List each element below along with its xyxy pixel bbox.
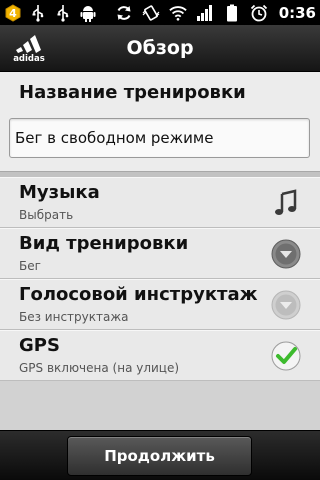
row-title: Вид тренировки	[19, 233, 189, 254]
workout-name-input[interactable]	[9, 118, 310, 158]
workout-name-label: Название тренировки	[19, 82, 246, 103]
settings-row-gps[interactable]: GPS GPS включена (на улице)	[0, 330, 320, 381]
usb-icon	[29, 4, 47, 22]
title-bar: adidas Обзор	[0, 25, 320, 72]
usb-icon	[54, 4, 72, 22]
page-title: Обзор	[126, 37, 194, 59]
alarm-icon	[250, 4, 268, 22]
row-subtitle: Бег	[19, 259, 41, 273]
settings-list: Музыка Выбрать Вид тренировки Бег Голосо…	[0, 177, 320, 381]
footer-bar: Продолжить	[0, 430, 320, 480]
settings-row-workout-type[interactable]: Вид тренировки Бег	[0, 228, 320, 279]
settings-row-music[interactable]: Музыка Выбрать	[0, 177, 320, 228]
row-subtitle: Без инструктажа	[19, 310, 129, 324]
sync-icon	[115, 4, 133, 22]
workout-name-section: Название тренировки	[0, 72, 320, 171]
signal-icon	[196, 4, 214, 22]
android-icon	[79, 4, 97, 22]
notification-count: 4	[9, 7, 17, 20]
settings-row-voice-coach[interactable]: Голосовой инструктаж Без инструктажа	[0, 279, 320, 330]
adidas-logo: adidas	[10, 33, 48, 64]
dropdown-disabled-icon[interactable]	[270, 289, 302, 321]
continue-button[interactable]: Продолжить	[67, 436, 252, 476]
logo-text: adidas	[13, 54, 45, 63]
clock-time: 0:36	[278, 3, 316, 22]
row-subtitle: Выбрать	[19, 208, 74, 222]
dropdown-icon[interactable]	[270, 238, 302, 270]
music-note-icon	[270, 187, 302, 219]
wifi-icon	[168, 4, 187, 22]
status-bar: 4 0:36	[0, 0, 320, 25]
row-title: GPS	[19, 335, 60, 356]
notification-badge-icon: 4	[4, 3, 22, 22]
row-title: Музыка	[19, 182, 100, 203]
vibrate-icon	[142, 4, 160, 22]
checkbox-checked-icon[interactable]	[270, 340, 302, 372]
battery-icon	[223, 4, 241, 22]
row-title: Голосовой инструктаж	[19, 284, 258, 305]
row-subtitle: GPS включена (на улице)	[19, 361, 180, 375]
